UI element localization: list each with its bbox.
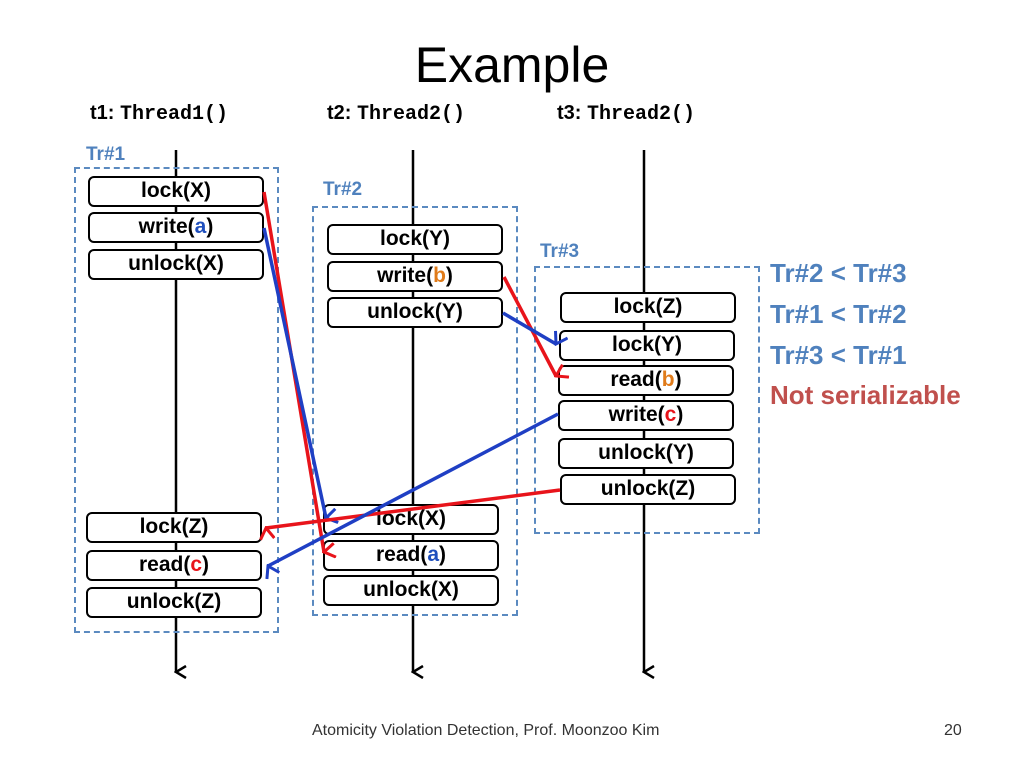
ordering-tr3-tr1: Tr#3 < Tr#1 xyxy=(770,340,907,370)
slide-footer: Atomicity Violation Detection, Prof. Moo… xyxy=(312,722,660,739)
edge-data-c-t3-to-t1 xyxy=(268,412,559,566)
serializability-verdict: Not serializable xyxy=(770,380,961,410)
page-number: 20 xyxy=(944,722,962,739)
edge-lock-z-t3-to-t1 xyxy=(266,488,561,528)
ordering-tr2-tr3: Tr#2 < Tr#3 xyxy=(770,258,907,288)
edge-data-a-t1-to-t2 xyxy=(262,227,326,518)
ordering-tr1-tr2: Tr#1 < Tr#2 xyxy=(770,299,907,329)
edge-lock-y-t2-to-t3 xyxy=(502,311,556,344)
edge-data-b-t2-to-t3 xyxy=(502,276,556,376)
